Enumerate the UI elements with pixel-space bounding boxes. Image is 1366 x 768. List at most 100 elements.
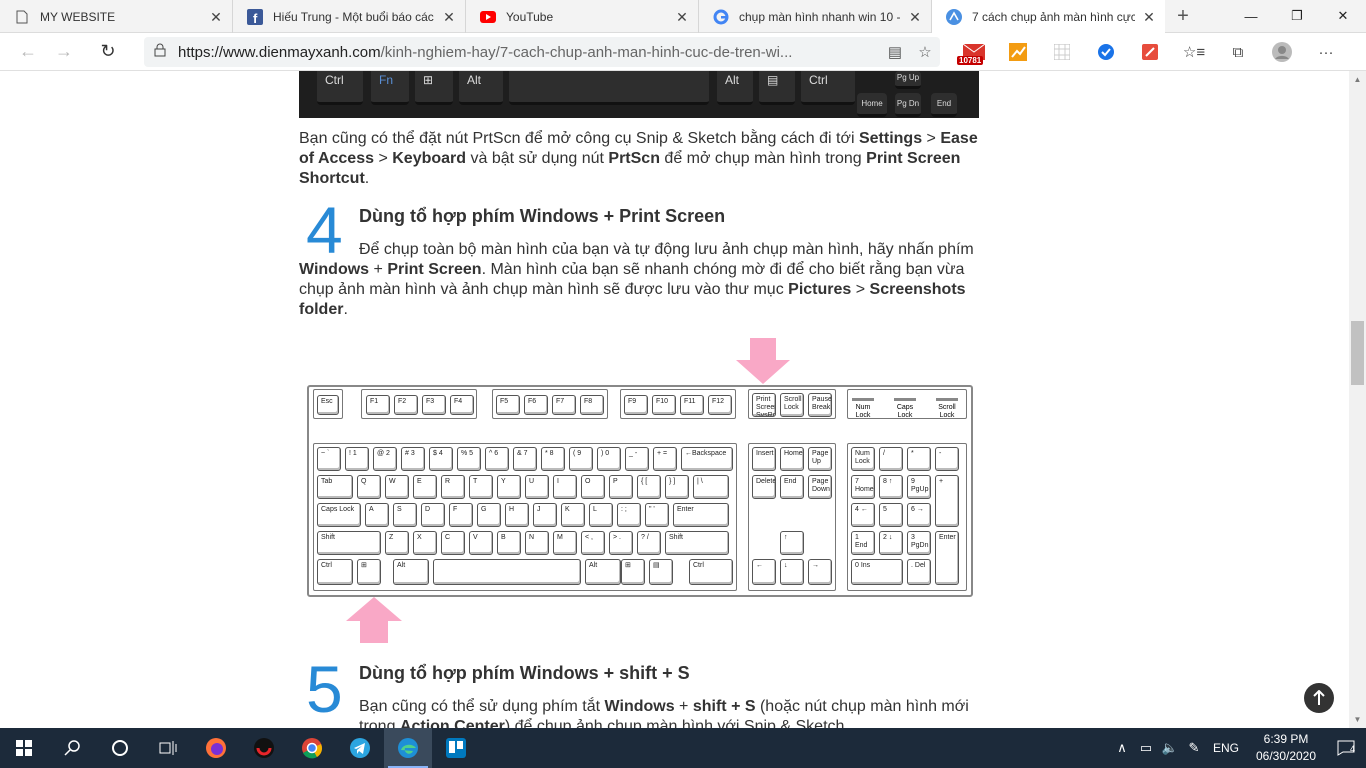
key: C bbox=[441, 531, 465, 555]
key: G bbox=[477, 503, 501, 527]
text: > bbox=[374, 150, 393, 167]
system-tray: ∧ ▭ 🔈 ✎ ENG 6:39 PM 06/30/2020 4 bbox=[1110, 728, 1366, 768]
back-to-top-button[interactable] bbox=[1304, 683, 1334, 713]
edge-icon[interactable] bbox=[384, 728, 432, 768]
page-icon bbox=[14, 9, 30, 25]
grid-extension-icon[interactable] bbox=[1040, 36, 1084, 68]
scrollbar-thumb[interactable] bbox=[1351, 321, 1364, 385]
key: F6 bbox=[524, 395, 548, 415]
tab-dienmayxanh[interactable]: 7 cách chụp ảnh màn hình cực ✕ bbox=[932, 0, 1165, 34]
refresh-icon[interactable]: ↻ bbox=[90, 36, 126, 68]
minimize-icon[interactable]: — bbox=[1228, 0, 1274, 32]
key: O bbox=[581, 475, 605, 499]
key-fn: Fn bbox=[371, 71, 409, 105]
address-bar[interactable]: https://www.dienmayxanh.com/kinh-nghiem-… bbox=[144, 37, 940, 67]
network-icon[interactable]: ▭ bbox=[1134, 740, 1158, 756]
close-icon[interactable]: ✕ bbox=[441, 9, 457, 25]
windows-start-icon[interactable] bbox=[0, 728, 48, 768]
key: F2 bbox=[394, 395, 418, 415]
tab-title: YouTube bbox=[506, 9, 554, 24]
close-window-icon[interactable]: ✕ bbox=[1320, 0, 1366, 32]
key: 2 ↓ bbox=[879, 531, 903, 555]
cortana-icon[interactable] bbox=[96, 728, 144, 768]
maximize-icon[interactable]: ❐ bbox=[1274, 0, 1320, 32]
new-tab-button[interactable]: + bbox=[1165, 0, 1201, 33]
forward-icon[interactable]: → bbox=[46, 36, 82, 68]
firefox-icon[interactable] bbox=[192, 728, 240, 768]
bold-text: Windows bbox=[604, 698, 675, 715]
key: Ctrl bbox=[317, 559, 353, 585]
tab-youtube[interactable]: YouTube ✕ bbox=[466, 0, 699, 33]
task-view-icon[interactable] bbox=[144, 728, 192, 768]
bold-text: PrtScn bbox=[608, 150, 660, 167]
url-text[interactable]: https://www.dienmayxanh.com/kinh-nghiem-… bbox=[178, 44, 880, 61]
more-menu-icon[interactable]: ··· bbox=[1304, 36, 1348, 68]
close-icon[interactable]: ✕ bbox=[674, 9, 690, 25]
text: + bbox=[674, 698, 693, 715]
key: F7 bbox=[552, 395, 576, 415]
key: / bbox=[879, 447, 903, 471]
pen-icon[interactable]: ✎ bbox=[1182, 740, 1206, 756]
tab-google[interactable]: chụp màn hình nhanh win 10 - ✕ bbox=[699, 0, 932, 33]
keyboard-photo: Ctrl Fn ⊞ Alt Alt ▤ Ctrl Pg Up Home Pg D… bbox=[299, 71, 979, 118]
profile-avatar-icon[interactable] bbox=[1260, 36, 1304, 68]
garena-icon[interactable] bbox=[240, 728, 288, 768]
bold-text: Print Screen bbox=[387, 261, 482, 278]
key: Enter bbox=[673, 503, 729, 527]
paragraph-snip-sketch: Bạn cũng có thể đặt nút PrtScn để mở côn… bbox=[299, 129, 979, 189]
search-icon[interactable] bbox=[48, 728, 96, 768]
close-icon[interactable]: ✕ bbox=[907, 9, 923, 25]
telegram-icon[interactable] bbox=[336, 728, 384, 768]
key: End bbox=[780, 475, 804, 499]
key: Alt bbox=[585, 559, 621, 585]
arrow-down-icon bbox=[736, 338, 790, 384]
key: Caps Lock bbox=[317, 503, 361, 527]
scroll-down-icon[interactable]: ▼ bbox=[1349, 711, 1366, 728]
key: + = bbox=[653, 447, 677, 471]
chevron-up-icon[interactable]: ∧ bbox=[1110, 740, 1134, 756]
key: B bbox=[497, 531, 521, 555]
key-space bbox=[509, 71, 709, 105]
bold-text: Action Center bbox=[399, 718, 505, 728]
language-indicator[interactable]: ENG bbox=[1206, 741, 1246, 755]
chrome-icon[interactable] bbox=[288, 728, 336, 768]
close-icon[interactable]: ✕ bbox=[208, 9, 224, 25]
step-description: Bạn cũng có thể sử dụng phím tắt Windows… bbox=[299, 697, 979, 728]
tab-my-website[interactable]: MY WEBSITE ✕ bbox=[0, 0, 233, 33]
key: Tab bbox=[317, 475, 353, 499]
key: U bbox=[525, 475, 549, 499]
key: ! 1 bbox=[345, 447, 369, 471]
favorite-star-icon[interactable]: ☆ bbox=[910, 43, 940, 61]
trello-icon[interactable] bbox=[432, 728, 480, 768]
tab-title: Hiếu Trung - Một buổi báo các bbox=[273, 9, 434, 24]
text: . bbox=[343, 301, 348, 318]
back-icon[interactable]: ← bbox=[10, 36, 46, 68]
clock[interactable]: 6:39 PM 06/30/2020 bbox=[1246, 731, 1326, 765]
text: Bạn cũng có thể đặt nút PrtScn để mở côn… bbox=[299, 130, 859, 147]
tab-facebook[interactable]: f Hiếu Trung - Một buổi báo các ✕ bbox=[233, 0, 466, 33]
facebook-icon: f bbox=[247, 8, 263, 25]
check-extension-icon[interactable] bbox=[1084, 36, 1128, 68]
analytics-extension-icon[interactable] bbox=[996, 36, 1040, 68]
favorites-icon[interactable]: ☆≡ bbox=[1172, 36, 1216, 68]
key: M bbox=[553, 531, 577, 555]
red-extension-icon[interactable] bbox=[1128, 36, 1172, 68]
mail-extension-icon[interactable]: 10781 bbox=[952, 36, 996, 68]
notification-icon[interactable]: 4 bbox=[1326, 728, 1366, 768]
arrow-up-icon bbox=[346, 597, 402, 643]
key: S bbox=[393, 503, 417, 527]
key: Delete bbox=[752, 475, 776, 499]
close-icon[interactable]: ✕ bbox=[1141, 9, 1157, 25]
scroll-up-icon[interactable]: ▲ bbox=[1349, 71, 1366, 88]
menu-key-icon: ▤ bbox=[649, 559, 673, 585]
volume-icon[interactable]: 🔈 bbox=[1158, 740, 1182, 756]
vertical-scrollbar[interactable]: ▲ ▼ bbox=[1349, 71, 1366, 728]
key: W bbox=[385, 475, 409, 499]
key-pgup: Pg Up bbox=[895, 71, 921, 89]
bold-text: Keyboard bbox=[392, 150, 467, 167]
key: } ] bbox=[665, 475, 689, 499]
key: ←Backspace bbox=[681, 447, 733, 471]
reader-view-icon[interactable]: ▤ bbox=[880, 43, 910, 61]
collections-icon[interactable]: ⧉ bbox=[1216, 36, 1260, 68]
key: I bbox=[553, 475, 577, 499]
